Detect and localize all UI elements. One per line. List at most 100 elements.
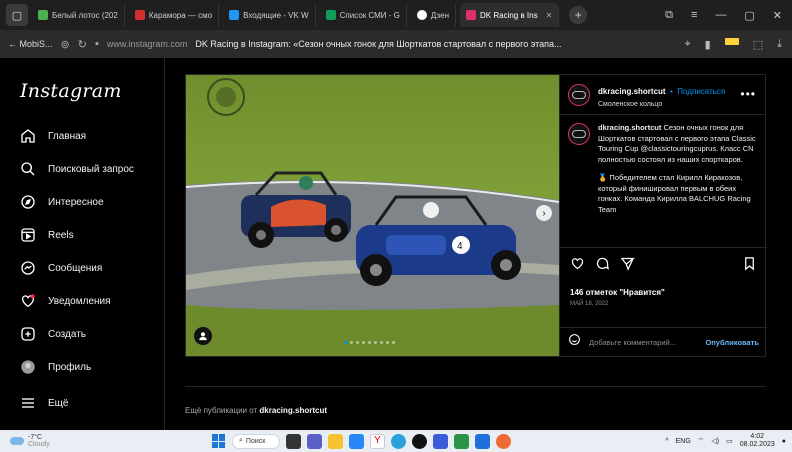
search-label: Поиск [245,437,266,445]
comment-input[interactable]: Добавьте комментарий... [589,338,676,347]
post-card: 4 › dkracing.shortcut • Подписаться Смол… [185,74,767,357]
nav-item-home[interactable]: Главная [20,128,86,144]
spreadsheet-icon[interactable] [454,433,469,449]
section-divider [185,386,766,387]
svg-text:4: 4 [457,241,463,252]
nav-label: Уведомления [48,295,111,307]
translate-icon[interactable]: ⌖ [684,38,690,51]
close-tab-icon[interactable]: ✕ [546,11,553,20]
browser-tab[interactable]: Белый лотос (202 [32,3,125,27]
file-explorer-icon[interactable] [328,433,343,449]
nav-item-more[interactable]: Ещё [20,395,68,411]
language-indicator[interactable]: ENG [676,438,691,445]
battery-saver-icon[interactable] [724,37,739,45]
download-icon[interactable]: ⤓ [777,38,782,51]
next-slide-icon[interactable]: › [536,205,552,221]
nav-item-messages[interactable]: Сообщения [20,260,102,276]
browser-tab[interactable]: Входящие - VK W [223,3,316,27]
back-button[interactable]: ← MobiS... [8,39,53,49]
share-icon[interactable] [620,256,635,276]
tab-favicon-icon [466,10,476,20]
chevron-up-icon[interactable]: ^ [665,438,668,445]
word-icon[interactable] [475,433,490,449]
taskbar-search[interactable]: ⌕ Поиск [232,433,280,449]
close-window-icon[interactable]: ✕ [773,9,782,22]
wifi-icon[interactable]: ⌔ [698,437,705,446]
tab-label: Входящие - VK W [243,10,309,20]
page-title: DK Racing в Instagram: «Сезон очных гоно… [195,39,562,49]
browser-icon[interactable] [496,433,511,449]
nav-item-notifications[interactable]: Уведомления [20,293,111,309]
post-header: dkracing.shortcut • Подписаться Смоленск… [560,75,766,115]
emoji-icon[interactable] [568,333,581,351]
browser-tab-strip: ▢ Белый лотос (202 Карамора — смо Входящ… [0,0,792,30]
race-cars-photo: 4 [186,75,559,356]
tab-favicon-icon [134,10,145,20]
browser-settings-icon[interactable]: ≡ [691,9,697,22]
more-options-icon[interactable]: ••• [740,87,756,101]
task-view-icon[interactable] [286,433,301,449]
nav-item-search[interactable]: Поисковый запрос [20,161,134,177]
post-photo[interactable]: 4 [186,75,559,356]
tagged-user-icon[interactable] [194,327,212,345]
windows-start-icon[interactable] [212,434,226,448]
caption-username[interactable]: dkracing.shortcut [598,123,661,132]
like-heart-icon[interactable] [570,256,585,276]
shield-icon[interactable]: ⊚ [61,38,70,51]
clock-time: 4:02 [750,433,765,440]
browser-menu-button[interactable]: ▢ [6,4,28,26]
maximize-icon[interactable]: ▢ [744,9,754,22]
instagram-logo[interactable]: Instagram [20,80,122,102]
tab-actions-icon[interactable]: ⧉ [665,9,673,22]
clock-date: 08.02.2023 [739,441,775,448]
search-icon [20,161,36,177]
new-tab-button[interactable]: + [569,6,588,24]
vk-icon[interactable] [349,433,364,449]
browser-tab[interactable]: Дзен [411,3,456,27]
follow-button[interactable]: Подписаться [677,87,725,96]
more-posts-user[interactable]: dkracing.shortcut [259,406,327,415]
notifications-icon[interactable]: ● [782,438,786,445]
nav-item-profile[interactable]: Профиль [20,359,91,375]
browser-tab[interactable]: Карамора — смо [129,3,220,27]
tab-label: Дзен [430,10,449,20]
post-side-panel: dkracing.shortcut • Подписаться Смоленск… [559,75,767,356]
nav-label: Reels [48,229,74,241]
browser-tab[interactable]: Список СМИ - G [320,3,407,27]
likes-count[interactable]: 146 отметок "Нравится" [570,288,757,297]
instagram-sidebar: Instagram Главная Поисковый запрос Интер… [0,58,165,430]
caption-avatar[interactable] [568,123,590,145]
comment-icon[interactable] [595,256,610,276]
clock[interactable]: 4:02 08.02.2023 [740,433,775,449]
addressbar-actions: ⌖ ▮ ⬚ ⤓ [684,37,792,51]
app-icon[interactable] [433,433,448,449]
minimize-icon[interactable]: — [715,9,726,22]
tiktok-icon[interactable] [412,433,427,449]
bookmark-page-icon[interactable]: ▮ [705,38,711,51]
post-location[interactable]: Смоленское кольцо [598,101,725,108]
post-actions: 146 отметок "Нравится" МАЙ 18, 2022 [560,247,767,307]
bookmark-icon[interactable] [742,256,757,276]
url-field[interactable]: www.instagram.com [107,39,188,49]
post-username[interactable]: dkracing.shortcut [598,87,666,96]
more-posts-prefix: Ещё публикации от [185,406,258,415]
nav-item-create[interactable]: Создать [20,326,86,342]
publish-button[interactable]: Опубликовать [705,338,759,347]
weather-widget[interactable]: -7°C Cloudy [0,434,50,448]
nav-item-reels[interactable]: Reels [20,227,74,243]
compass-icon [20,194,36,210]
weather-temp: -7°C [28,434,43,441]
address-bar: ← MobiS... ⊚ ↻ ▪ www.instagram.com DK Ra… [0,30,792,58]
nav-label: Профиль [48,361,92,373]
battery-icon[interactable]: ▭ [726,437,733,445]
account-avatar[interactable] [568,83,590,106]
chat-icon[interactable] [307,433,322,449]
telegram-icon[interactable] [391,433,406,449]
browser-tab-active[interactable]: DK Racing в Ins ✕ [460,3,560,27]
yandex-browser-icon[interactable]: Y [370,433,385,449]
nav-item-explore[interactable]: Интересное [20,194,104,210]
reload-icon[interactable]: ↻ [78,38,87,51]
heart-icon [20,293,36,309]
volume-icon[interactable]: ◁) [711,437,719,445]
extensions-icon[interactable]: ⬚ [753,38,763,51]
